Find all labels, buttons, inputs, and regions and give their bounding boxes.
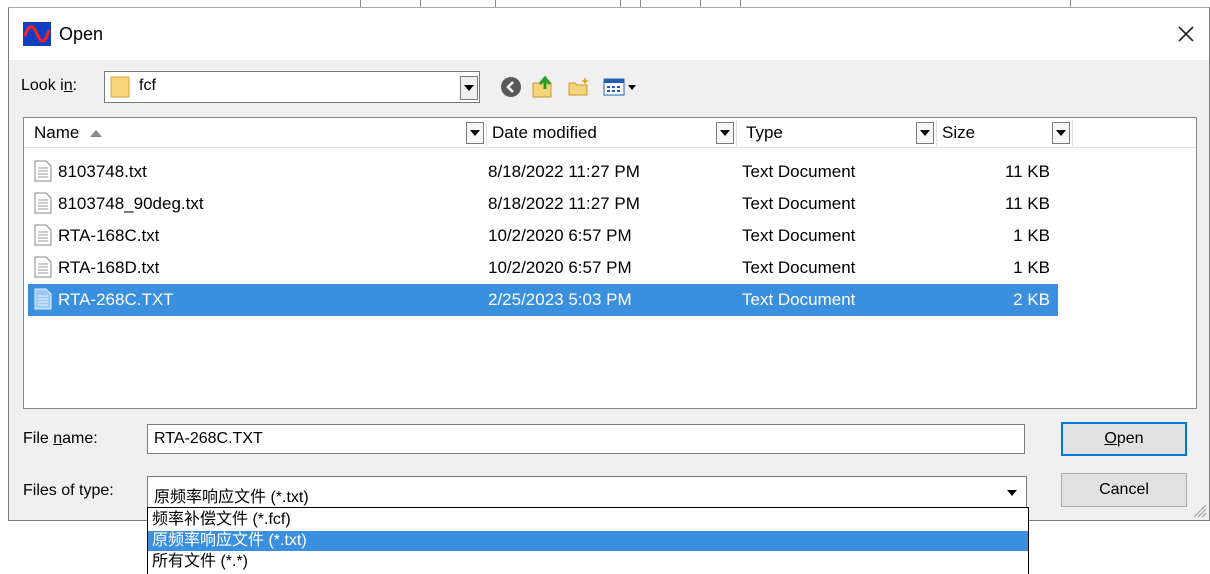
app-waveform-icon [23,22,51,46]
list-header: Name Date modified Type Size [24,118,1196,148]
file-type-cell: Text Document [742,226,856,245]
chevron-down-icon [1056,130,1066,136]
file-type-cell: Text Document [742,258,856,277]
file-type-options-list[interactable]: 频率补偿文件 (*.fcf) 原频率响应文件 (*.txt) 所有文件 (*.*… [147,507,1029,574]
folder-icon [110,76,130,98]
file-row[interactable]: RTA-268C.TXT 2/25/2023 5:03 PM Text Docume… [28,284,1058,316]
file-type-option[interactable]: 频率补偿文件 (*.fcf) [148,510,1028,530]
text-file-icon [34,192,52,214]
cancel-button[interactable]: Cancel [1061,473,1187,507]
view-menu-button[interactable] [601,74,641,100]
file-date-cell: 8/18/2022 11:27 PM [488,162,640,181]
column-header-type[interactable]: Type [746,118,783,148]
chevron-down-icon [470,130,480,136]
file-name-cell: RTA-168D.txt [58,258,160,277]
look-in-value: fcf [139,77,156,94]
file-name-cell: RTA-268C.TXT [58,290,174,309]
open-button[interactable]: Open [1061,422,1187,456]
file-row[interactable]: 8103748.txt 8/18/2022 11:27 PM Text Docume… [28,156,1058,188]
file-type-value: 原频率响应文件 (*.txt) [154,489,309,506]
size-filter-dropdown[interactable] [1052,122,1070,144]
back-button[interactable] [497,74,525,100]
look-in-combo[interactable]: fcf [104,71,480,103]
open-dialog: Open Look in: fcf Name Date modified Typ… [8,7,1210,521]
file-date-cell: 10/2/2020 6:57 PM [488,226,632,245]
column-header-date[interactable]: Date modified [492,118,597,148]
file-name-cell: 8103748_90deg.txt [58,194,204,213]
file-name-cell: 8103748.txt [58,162,147,181]
file-type-cell: Text Document [742,290,856,309]
chevron-down-icon [920,130,930,136]
file-size-cell: 11 KB [1004,162,1050,181]
look-in-label: Look in: [21,77,78,94]
text-file-icon [34,256,52,278]
title-bar[interactable]: Open [9,8,1209,60]
look-in-dropdown-button[interactable] [460,76,478,100]
view-menu-icon [603,78,636,96]
column-header-name[interactable]: Name [34,118,103,148]
file-name-cell: RTA-168C.txt [58,226,160,245]
file-name-input[interactable] [147,424,1025,454]
new-folder-icon [568,77,589,96]
sort-ascending-icon [90,130,103,137]
up-folder-icon [532,75,552,98]
window-title: Open [59,24,104,44]
file-type-combo[interactable]: 原频率响应文件 (*.txt) [147,476,1027,508]
file-type-label: Files of type: [23,482,114,499]
file-type-option[interactable]: 所有文件 (*.*) [148,552,1028,572]
text-file-icon [34,160,52,182]
date-filter-dropdown[interactable] [716,122,734,144]
file-name-label: File name: [23,430,98,447]
file-size-cell: 11 KB [1004,194,1050,213]
column-header-size[interactable]: Size [942,118,975,148]
file-row[interactable]: 8103748_90deg.txt 8/18/2022 11:27 PM Text … [28,188,1058,220]
type-filter-dropdown[interactable] [916,122,934,144]
chevron-down-icon [464,85,474,91]
file-size-cell: 1 KB [1013,226,1050,245]
back-icon [501,77,521,97]
text-file-icon [34,288,52,310]
chevron-down-icon [720,130,730,136]
file-date-cell: 8/18/2022 11:27 PM [488,194,640,213]
chevron-down-icon [1007,490,1017,496]
text-file-icon [34,224,52,246]
file-type-cell: Text Document [742,194,856,213]
resize-grip-icon[interactable] [1189,500,1207,518]
file-date-cell: 2/25/2023 5:03 PM [488,290,632,309]
new-folder-button[interactable] [565,74,593,100]
file-size-cell: 2 KB [1013,290,1050,309]
file-row[interactable]: RTA-168D.txt 10/2/2020 6:57 PM Text Docume… [28,252,1058,284]
close-button[interactable] [1163,8,1209,60]
name-filter-dropdown[interactable] [466,122,484,144]
file-size-cell: 1 KB [1013,258,1050,277]
file-type-cell: Text Document [742,162,856,181]
file-list[interactable]: Name Date modified Type Size 8103748.txt… [23,117,1197,409]
file-type-dropdown-button[interactable] [1001,481,1023,505]
file-type-option[interactable]: 原频率响应文件 (*.txt) [148,531,1028,551]
file-date-cell: 10/2/2020 6:57 PM [488,258,632,277]
file-row[interactable]: RTA-168C.txt 10/2/2020 6:57 PM Text Docume… [28,220,1058,252]
close-icon [1178,26,1194,42]
up-folder-button[interactable] [529,74,557,100]
